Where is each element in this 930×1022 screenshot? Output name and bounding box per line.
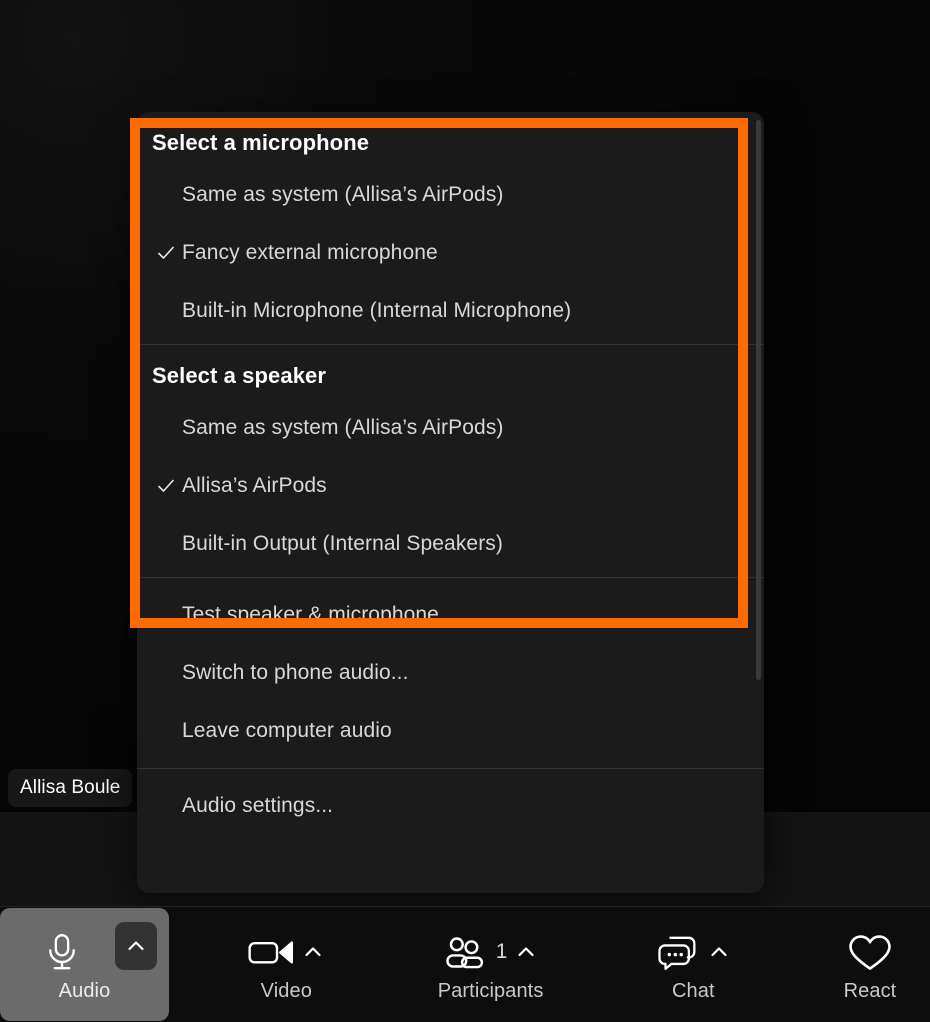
toolbar-chat-button[interactable]: Chat (629, 907, 758, 1022)
chat-options-caret[interactable] (708, 941, 730, 963)
menu-item-test-speaker-microphone[interactable]: Test speaker & microphone... (137, 586, 764, 644)
react-button-label: React (843, 980, 897, 1002)
action-label: Switch to phone audio... (182, 661, 409, 684)
mic-item-label: Fancy external microphone (182, 241, 438, 264)
chat-icon-row (656, 926, 730, 978)
mic-item-label: Built-in Microphone (Internal Microphone… (182, 299, 572, 322)
video-options-caret[interactable] (302, 941, 324, 963)
toolbar-react-button[interactable]: React (810, 907, 930, 1022)
audio-icon-row (44, 926, 126, 978)
menu-scrollbar[interactable] (756, 120, 761, 680)
checkmark-icon (156, 243, 176, 263)
participants-icon (444, 936, 486, 969)
menu-item-mic-fancy-external[interactable]: Fancy external microphone (137, 224, 764, 282)
zoom-meeting-window: Allisa Boule Select a microphone Same as… (0, 0, 930, 1022)
menu-item-mic-built-in[interactable]: Built-in Microphone (Internal Microphone… (137, 282, 764, 340)
menu-item-audio-settings[interactable]: Audio settings... (137, 777, 764, 835)
video-button-label: Video (260, 980, 312, 1002)
action-label: Test speaker & microphone... (182, 603, 457, 626)
heart-icon (848, 933, 892, 972)
speaker-section: Select a speaker Same as system (Allisa’… (137, 353, 764, 573)
audio-settings-section: Audio settings... (137, 777, 764, 835)
audio-options-caret-button[interactable] (115, 922, 158, 970)
react-icon-row (848, 926, 892, 978)
audio-dropdown-menu[interactable]: Select a microphone Same as system (Alli… (137, 112, 764, 893)
speaker-item-label: Built-in Output (Internal Speakers) (182, 532, 503, 555)
microphone-section: Select a microphone Same as system (Alli… (137, 120, 764, 340)
microphone-section-header: Select a microphone (152, 130, 370, 155)
settings-label: Audio settings... (182, 794, 334, 817)
toolbar-audio-button[interactable]: Audio (0, 908, 170, 1021)
menu-item-speaker-built-in-output[interactable]: Built-in Output (Internal Speakers) (137, 515, 764, 573)
mic-item-label: Same as system (Allisa’s AirPods) (182, 183, 504, 206)
menu-item-mic-same-as-system[interactable]: Same as system (Allisa’s AirPods) (137, 166, 764, 224)
action-label: Leave computer audio (182, 719, 392, 742)
menu-item-leave-computer-audio[interactable]: Leave computer audio (137, 702, 764, 760)
toolbar-participants-button[interactable]: 1 Participants (401, 907, 581, 1022)
toolbar-video-button[interactable]: Video (217, 907, 356, 1022)
meeting-toolbar: Audio Video 1 Participants Chat React (0, 906, 930, 1022)
video-icon-row (248, 926, 324, 978)
chevron-up-icon (125, 935, 147, 957)
menu-item-speaker-same-as-system[interactable]: Same as system (Allisa’s AirPods) (137, 399, 764, 457)
speaker-section-header: Select a speaker (152, 363, 327, 388)
speaker-item-label: Same as system (Allisa’s AirPods) (182, 416, 504, 439)
microphone-icon (44, 933, 80, 971)
audio-actions-section: Test speaker & microphone... Switch to p… (137, 586, 764, 760)
menu-top-spacer (137, 112, 764, 120)
chat-bubble-icon (656, 934, 700, 971)
audio-button-label: Audio (58, 980, 111, 1002)
participant-name-badge: Allisa Boule (8, 769, 133, 807)
speaker-item-label: Allisa’s AirPods (182, 474, 327, 497)
checkmark-icon (156, 476, 176, 496)
participants-options-caret[interactable] (515, 941, 537, 963)
participants-count: 1 (495, 940, 508, 963)
menu-item-switch-to-phone-audio[interactable]: Switch to phone audio... (137, 644, 764, 702)
chat-button-label: Chat (671, 980, 715, 1002)
menu-item-speaker-allisas-airpods[interactable]: Allisa’s AirPods (137, 457, 764, 515)
participants-icon-row: 1 (444, 926, 538, 978)
participants-button-label: Participants (437, 980, 544, 1002)
camera-icon (248, 938, 294, 967)
video-left-panel (0, 812, 137, 907)
